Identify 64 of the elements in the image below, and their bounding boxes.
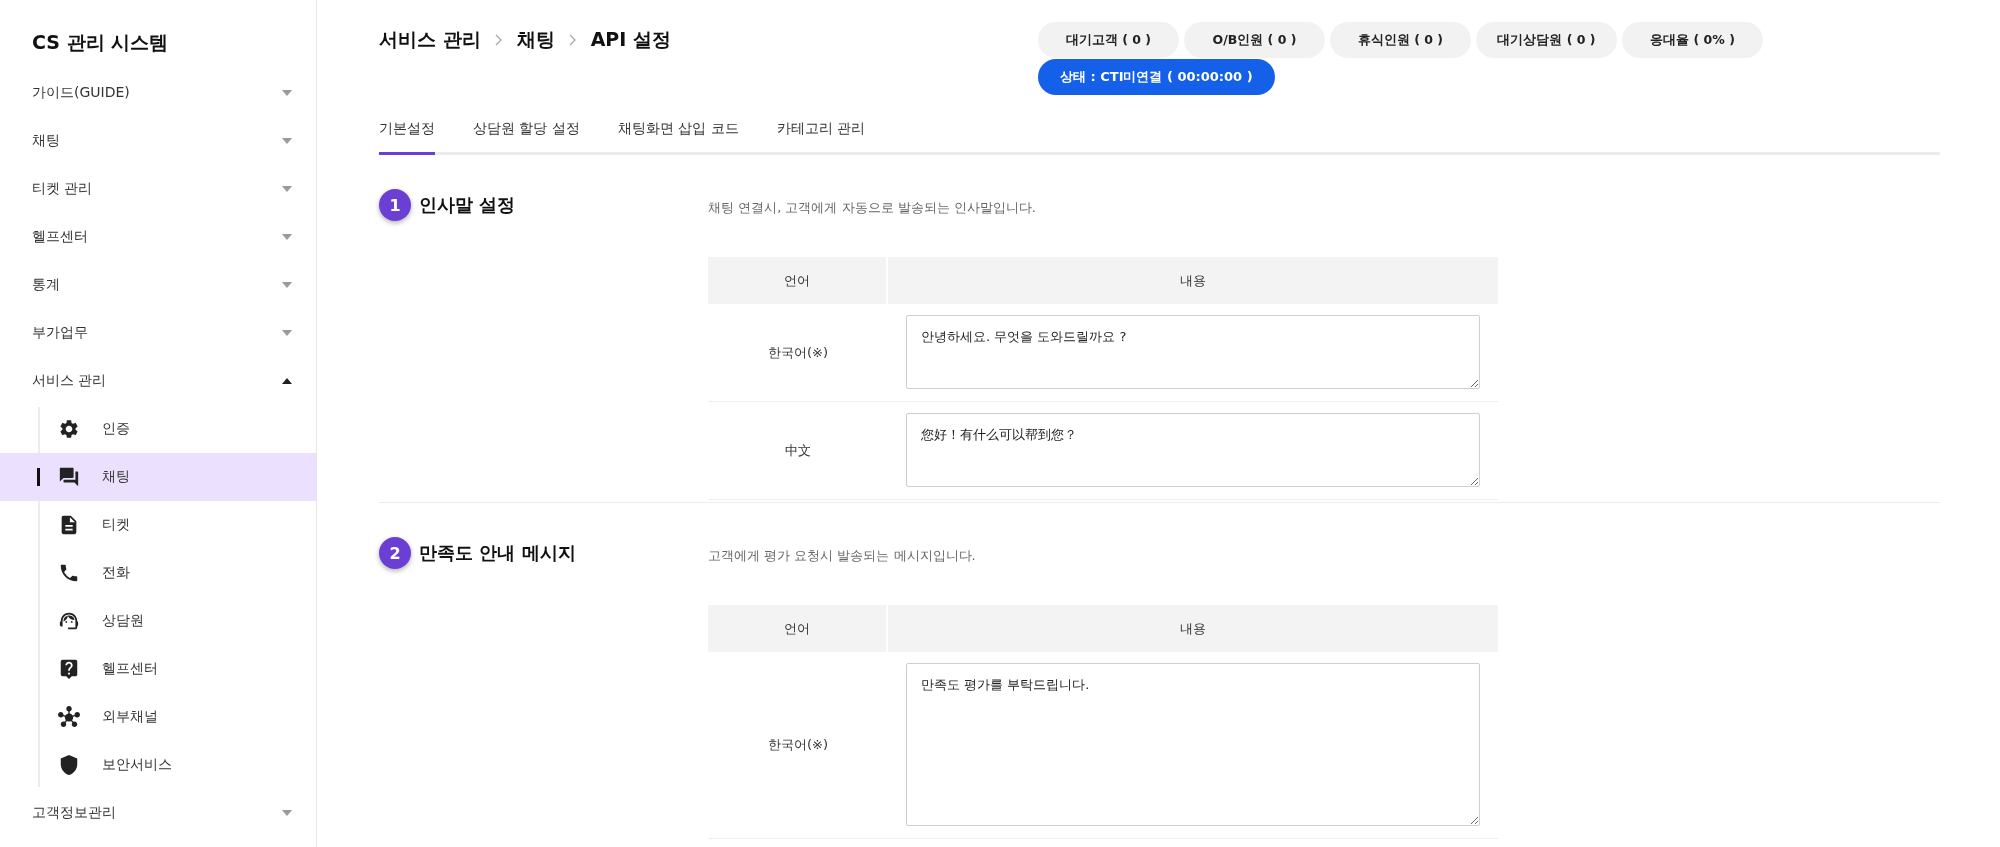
column-header: 언어 [708, 605, 886, 652]
chevron-right-icon [568, 34, 577, 46]
submenu-label: 티켓 [102, 516, 130, 534]
submenu-item[interactable]: 상담원 [0, 597, 316, 645]
submenu-item[interactable]: 채팅 [0, 453, 316, 501]
step-number-badge: 2 [379, 537, 411, 569]
submenu-item[interactable]: 헬프센터 [0, 645, 316, 693]
tab[interactable]: 상담원 할당 설정 [473, 120, 580, 155]
language-label: 한국어(※) [767, 736, 828, 754]
submenu-label: 전화 [102, 564, 130, 582]
message-textarea[interactable]: 您好！有什么可以帮到您？ [906, 413, 1480, 487]
submenu-label: 헬프센터 [102, 660, 158, 678]
phone-icon [58, 562, 80, 584]
menu-item[interactable]: 티켓 관리 [0, 165, 316, 213]
submenu-item[interactable]: 티켓 [0, 501, 316, 549]
shield-icon [58, 754, 80, 776]
menu-item[interactable]: 가이드(GUIDE) [0, 69, 316, 117]
column-header: 내용 [888, 605, 1498, 652]
submenu-label: 상담원 [102, 612, 144, 630]
stat-chip: 대기상담원 ( 0 ) [1476, 22, 1617, 58]
section-description: 채팅 연결시, 고객에게 자동으로 발송되는 인사말입니다. [708, 199, 1037, 217]
app-title: CS 관리 시스템 [31, 30, 170, 55]
menu-item[interactable]: 통계 [0, 261, 316, 309]
submenu-label: 외부채널 [102, 708, 158, 726]
section-title: 인사말 설정 [419, 193, 516, 217]
column-header: 내용 [888, 257, 1498, 304]
breadcrumb-item[interactable]: 채팅 [516, 27, 555, 53]
stat-chip: O/B인원 ( 0 ) [1184, 22, 1325, 58]
submenu-item[interactable]: 외부채널 [0, 693, 316, 741]
stat-chip: 휴식인원 ( 0 ) [1330, 22, 1471, 58]
active-indicator [37, 468, 40, 486]
breadcrumb-item[interactable]: 서비스 관리 [379, 27, 481, 53]
chat-bubbles-icon [58, 466, 80, 488]
menu-item[interactable]: 채팅 [0, 117, 316, 165]
submenu-item[interactable]: 전화 [0, 549, 316, 597]
hub-icon [58, 706, 80, 728]
headset-person-icon [58, 610, 80, 632]
menu-item[interactable]: 고객정보관리 [0, 789, 316, 837]
chevron-right-icon [494, 34, 503, 46]
column-header: 언어 [708, 257, 886, 304]
gear-icon [58, 418, 80, 440]
submenu-item[interactable]: 인증 [0, 405, 316, 453]
menu-item[interactable]: 부가업무 [0, 309, 316, 357]
submenu-item[interactable]: 보안서비스 [0, 741, 316, 789]
message-textarea[interactable]: 만족도 평가를 부탁드립니다. [906, 663, 1480, 826]
submenu-label: 인증 [102, 420, 130, 438]
step-number-badge: 1 [379, 189, 411, 221]
menu-item[interactable]: 헬프센터 [0, 213, 316, 261]
tab[interactable]: 기본설정 [379, 120, 435, 155]
stat-chip: 대기고객 ( 0 ) [1038, 22, 1179, 58]
stat-chip: 응대율 ( 0% ) [1622, 22, 1763, 58]
tab[interactable]: 카테고리 관리 [776, 120, 866, 155]
message-textarea[interactable]: 안녕하세요. 무엇을 도와드릴까요 ? [906, 315, 1480, 389]
section-description: 고객에게 평가 요청시 발송되는 메시지입니다. [708, 547, 977, 565]
submenu-label: 보안서비스 [102, 756, 172, 774]
submenu-label: 채팅 [102, 468, 130, 486]
language-label: 中文 [785, 441, 811, 460]
language-label: 한국어(※) [767, 343, 828, 362]
tab[interactable]: 채팅화면 삽입 코드 [617, 120, 739, 155]
menu-item[interactable]: 서비스 관리 [0, 357, 316, 405]
question-bubble-icon [58, 658, 80, 680]
section-title: 만족도 안내 메시지 [419, 541, 576, 565]
breadcrumb-item: API 설정 [590, 27, 671, 52]
status-button[interactable]: 상태 : CTI미연결 ( 00:00:00 ) [1038, 59, 1275, 95]
